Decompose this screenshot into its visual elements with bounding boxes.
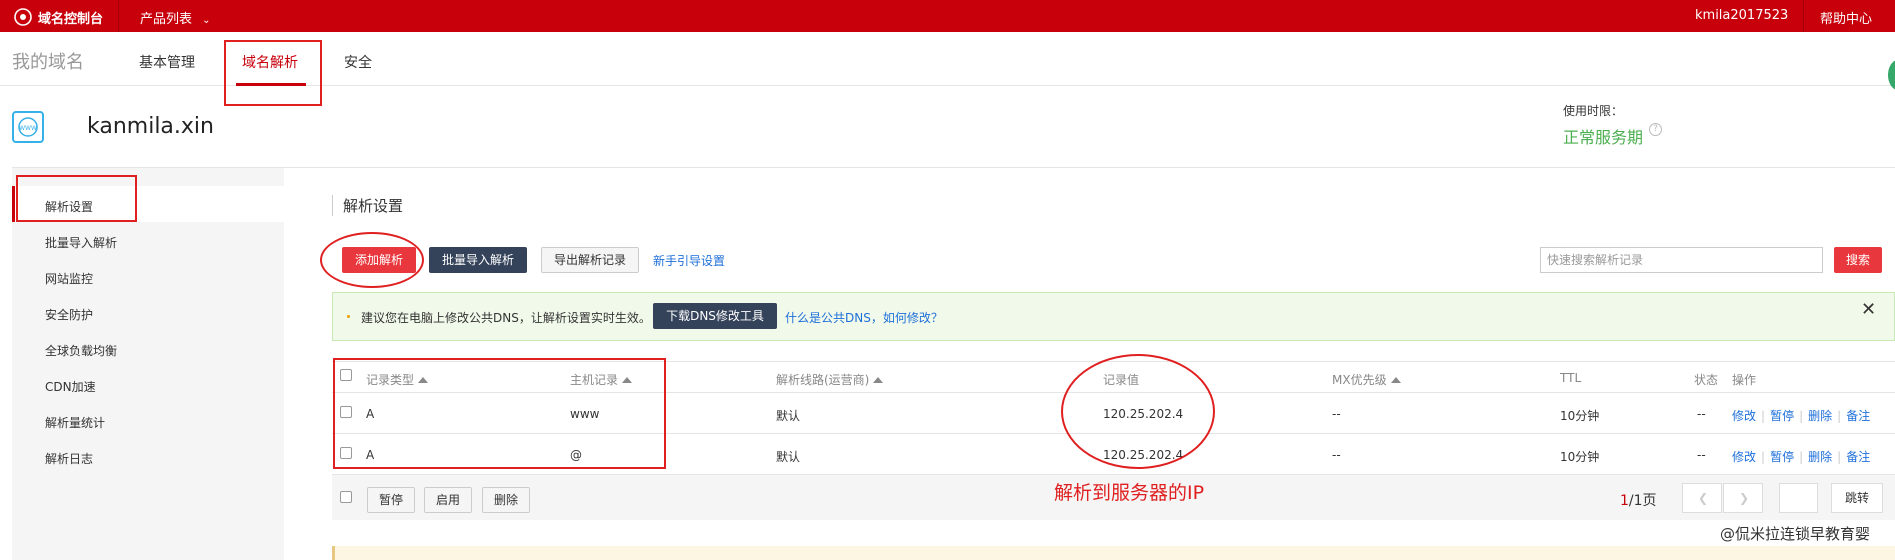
column-header-status: 状态 (1694, 373, 1719, 387)
annotation-box (333, 358, 666, 469)
divider (118, 0, 119, 32)
sidebar-item-cdn[interactable]: CDN加速 (45, 378, 96, 395)
bulk-pause-button[interactable]: 暂停 (367, 487, 415, 513)
mx-priority: -- (1332, 448, 1341, 462)
annotation-box (224, 40, 322, 106)
annotation-text: 解析到服务器的IP (1054, 482, 1205, 504)
note-link[interactable]: 备注 (1846, 450, 1870, 464)
page-number-input[interactable] (1779, 483, 1818, 513)
search-input[interactable] (1540, 247, 1823, 273)
status: -- (1697, 448, 1706, 462)
column-header-line[interactable]: 解析线路(运营商) (776, 371, 884, 388)
chevron-left-icon: ❮ (1698, 491, 1709, 505)
resolution-line: 默认 (776, 450, 801, 464)
brand-logo-icon (14, 8, 32, 26)
row-actions: 修改 | 暂停 | 删除 | 备注 (1732, 407, 1870, 424)
dns-tip-alert: 建议您在电脑上修改公共DNS，让解析设置实时生效。 下载DNS修改工具 什么是公… (332, 292, 1895, 341)
jump-button[interactable]: 跳转 (1831, 483, 1883, 513)
delete-link[interactable]: 删除 (1808, 409, 1832, 423)
edit-link[interactable]: 修改 (1732, 409, 1756, 423)
column-header-mx[interactable]: MX优先级 (1332, 371, 1401, 388)
chevron-down-icon: ⌄ (202, 15, 211, 26)
sort-asc-icon (873, 377, 884, 383)
annotation-box (16, 175, 137, 222)
search-button[interactable]: 搜索 (1834, 247, 1882, 273)
user-account[interactable]: kmila2017523 (1695, 8, 1788, 23)
notice-bar (332, 546, 1895, 560)
sidebar-item-batch-import[interactable]: 批量导入解析 (45, 234, 117, 251)
product-list-menu[interactable]: 产品列表 ⌄ (140, 8, 211, 27)
bulk-enable-button[interactable]: 启用 (424, 487, 472, 513)
sort-asc-icon (1390, 377, 1401, 383)
pause-link[interactable]: 暂停 (1770, 450, 1794, 464)
divider (12, 167, 1895, 168)
column-header-ops: 操作 (1732, 373, 1757, 387)
sidebar-item-security[interactable]: 安全防护 (45, 306, 93, 323)
separator: | (1837, 450, 1842, 464)
export-records-button[interactable]: 导出解析记录 (541, 247, 639, 273)
total-pages: /1页 (1628, 493, 1657, 509)
guide-settings-link[interactable]: 新手引导设置 (653, 252, 725, 269)
tab-security[interactable]: 安全 (344, 52, 372, 72)
ttl: 10分钟 (1560, 450, 1600, 464)
close-icon[interactable]: ✕ (1861, 299, 1876, 320)
next-page-button[interactable]: ❯ (1723, 483, 1763, 513)
footer-select-all-checkbox[interactable] (340, 491, 352, 503)
divider (1803, 0, 1804, 32)
column-header-ttl: TTL (1560, 371, 1582, 385)
sidebar-item-site-monitor[interactable]: 网站监控 (45, 270, 93, 287)
sidebar-item-load-balance[interactable]: 全球负载均衡 (45, 342, 117, 359)
tab-basic-management[interactable]: 基本管理 (139, 52, 195, 72)
www-globe-icon: WWW (12, 111, 44, 143)
current-page: 1 (1620, 493, 1629, 509)
bullet-icon (347, 315, 350, 318)
delete-link[interactable]: 删除 (1808, 450, 1832, 464)
chevron-right-icon: ❯ (1739, 491, 1750, 505)
edit-link[interactable]: 修改 (1732, 450, 1756, 464)
page-title: 我的域名 (12, 52, 84, 73)
row-actions: 修改 | 暂停 | 删除 | 备注 (1732, 448, 1870, 465)
separator: | (1761, 409, 1766, 423)
alert-message: 建议您在电脑上修改公共DNS，让解析设置实时生效。 (361, 311, 651, 325)
sidebar-item-logs[interactable]: 解析日志 (45, 450, 93, 467)
download-dns-tool-button[interactable]: 下载DNS修改工具 (653, 303, 777, 329)
product-list-label: 产品列表 (140, 12, 193, 27)
top-bar: 域名控制台 产品列表 ⌄ kmila2017523 帮助中心 (0, 0, 1895, 32)
column-header-mx-label: MX优先级 (1332, 373, 1387, 387)
prev-page-button[interactable]: ❮ (1682, 483, 1722, 513)
console-brand[interactable]: 域名控制台 (38, 8, 103, 27)
sidebar: 解析设置 批量导入解析 网站监控 安全防护 全球负载均衡 CDN加速 解析量统计… (12, 168, 284, 560)
separator: | (1799, 450, 1804, 464)
resolution-line: 默认 (776, 409, 801, 423)
service-status: 正常服务期 (1563, 128, 1644, 147)
help-center-link[interactable]: 帮助中心 (1820, 8, 1872, 27)
svg-text:WWW: WWW (19, 125, 37, 132)
mx-priority: -- (1332, 407, 1341, 421)
status: -- (1697, 407, 1706, 421)
separator: | (1799, 409, 1804, 423)
public-dns-help-link[interactable]: 什么是公共DNS，如何修改？ (785, 309, 943, 326)
column-header-line-label: 解析线路(运营商) (776, 373, 870, 387)
annotation-circle (320, 232, 424, 288)
batch-import-button[interactable]: 批量导入解析 (429, 247, 527, 273)
page-indicator: 1/1页 (1620, 490, 1657, 510)
note-link[interactable]: 备注 (1846, 409, 1870, 423)
usage-period-label: 使用时限： (1563, 104, 1624, 118)
separator: | (1837, 409, 1842, 423)
domain-name: kanmila.xin (87, 114, 214, 139)
ttl: 10分钟 (1560, 409, 1600, 423)
sidebar-item-stats[interactable]: 解析量统计 (45, 414, 105, 431)
annotation-circle (1061, 354, 1215, 469)
bulk-delete-button[interactable]: 删除 (482, 487, 530, 513)
pause-link[interactable]: 暂停 (1770, 409, 1794, 423)
help-question-icon[interactable]: ? (1649, 123, 1662, 136)
watermark: @侃米拉连锁早教育婴 (1720, 525, 1871, 543)
section-title: 解析设置 (332, 195, 403, 216)
separator: | (1761, 450, 1766, 464)
